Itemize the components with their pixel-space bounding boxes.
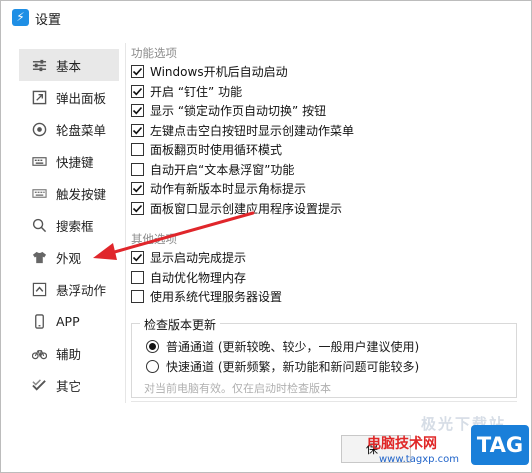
- option-label: 显示启动完成提示: [150, 251, 247, 266]
- checkbox[interactable]: [131, 290, 144, 304]
- radio-label: 普通通道 (更新较晚、较少，一般用户建议使用): [166, 339, 420, 354]
- checkbox[interactable]: [131, 251, 144, 265]
- sidebar-item-basic[interactable]: 基本: [19, 49, 119, 81]
- option-label: 显示 “锁定动作页自动切换” 按钮: [150, 104, 327, 119]
- sidebar-item-trigger-key[interactable]: 触发按键: [19, 177, 119, 209]
- sidebar-item-popup-panel[interactable]: 弹出面板: [19, 81, 119, 113]
- option-label: 动作有新版本时显示角标提示: [150, 182, 307, 197]
- watermark-url: www.tagxp.com: [379, 454, 459, 465]
- footer-divider: [131, 401, 517, 402]
- checkbox[interactable]: [131, 143, 144, 157]
- phone-icon: [31, 313, 47, 329]
- option-label: 左键点击空白按钮时显示创建动作菜单: [150, 123, 355, 138]
- search-icon: [31, 217, 47, 233]
- wheel-menu-icon: [31, 121, 47, 137]
- option-create-app-hint[interactable]: 面板窗口显示创建应用程序设置提示: [131, 199, 521, 219]
- option-create-menu[interactable]: 左键点击空白按钮时显示创建动作菜单: [131, 121, 521, 141]
- sidebar: 基本 弹出面板 轮盘菜单 快捷键 触发按键 搜索框 外观 悬浮动作 APP 辅助…: [19, 49, 119, 401]
- option-pin[interactable]: 开启 “钉住” 功能: [131, 82, 521, 102]
- update-check-group: 检查版本更新 普通通道 (更新较晚、较少，一般用户建议使用) 快速通道 (更新频…: [131, 315, 517, 398]
- sidebar-item-label: 快捷键: [56, 154, 94, 170]
- checkbox[interactable]: [131, 65, 144, 79]
- checkbox[interactable]: [131, 270, 144, 284]
- sidebar-item-label: 搜索框: [56, 218, 94, 234]
- sliders-icon: [31, 57, 47, 73]
- sidebar-item-label: 触发按键: [56, 186, 107, 202]
- window-title: 设置: [35, 13, 62, 28]
- section-title-function: 功能选项: [131, 46, 177, 60]
- sidebar-item-hotkey[interactable]: 快捷键: [19, 145, 119, 177]
- option-label: 面板翻页时使用循环模式: [150, 143, 283, 158]
- sidebar-item-label: APP: [56, 313, 80, 329]
- sidebar-item-label: 辅助: [56, 346, 82, 362]
- settings-content: 功能选项 Windows开机后自动启动 开启 “钉住” 功能 显示 “锁定动作页…: [131, 44, 521, 398]
- option-label: 使用系统代理服务器设置: [150, 290, 283, 305]
- sidebar-item-appearance[interactable]: 外观: [19, 241, 119, 273]
- sidebar-item-label: 弹出面板: [56, 90, 107, 106]
- option-label: 开启 “钉住” 功能: [150, 84, 243, 99]
- section-title-other: 其他选项: [131, 232, 177, 246]
- checkbox[interactable]: [131, 162, 144, 176]
- option-memory-optimize[interactable]: 自动优化物理内存: [131, 268, 521, 288]
- option-system-proxy[interactable]: 使用系统代理服务器设置: [131, 287, 521, 307]
- radio-normal-channel[interactable]: 普通通道 (更新较晚、较少，一般用户建议使用): [146, 338, 419, 355]
- option-autostart[interactable]: Windows开机后自动启动: [131, 62, 521, 82]
- lightning-icon: ⚡: [12, 9, 29, 26]
- radio-button[interactable]: [146, 339, 159, 353]
- double-check-icon: [31, 377, 47, 393]
- option-badge-hint[interactable]: 动作有新版本时显示角标提示: [131, 179, 521, 199]
- bicycle-icon: [31, 345, 47, 361]
- sidebar-item-label: 悬浮动作: [56, 282, 107, 298]
- settings-window: ⚡ 设置 基本 弹出面板 轮盘菜单 快捷键 触发按键 搜索框 外观 悬浮动作 A…: [0, 0, 532, 473]
- checkbox[interactable]: [131, 123, 144, 137]
- checkbox[interactable]: [131, 201, 144, 215]
- sidebar-item-search-box[interactable]: 搜索框: [19, 209, 119, 241]
- sidebar-item-label: 外观: [56, 250, 82, 266]
- option-lock-button[interactable]: 显示 “锁定动作页自动切换” 按钮: [131, 101, 521, 121]
- radio-button[interactable]: [146, 359, 159, 373]
- tshirt-icon: [31, 249, 47, 265]
- checkbox[interactable]: [131, 84, 144, 98]
- radio-label: 快速通道 (更新频繁，新功能和新问题可能较多): [166, 359, 420, 374]
- keyboard-icon: [31, 153, 47, 169]
- sidebar-item-wheel-menu[interactable]: 轮盘菜单: [19, 113, 119, 145]
- sidebar-item-float-action[interactable]: 悬浮动作: [19, 273, 119, 305]
- sidebar-item-label: 其它: [56, 378, 82, 394]
- sidebar-item-label: 基本: [56, 58, 82, 74]
- option-startup-hint[interactable]: 显示启动完成提示: [131, 248, 521, 268]
- option-label: 自动开启“文本悬浮窗”功能: [150, 162, 295, 177]
- sidebar-item-other[interactable]: 其它: [19, 369, 119, 401]
- title-bar: ⚡ 设置: [1, 1, 531, 33]
- checkbox[interactable]: [131, 104, 144, 118]
- radio-fast-channel[interactable]: 快速通道 (更新频繁，新功能和新问题可能较多): [146, 358, 419, 375]
- checkbox[interactable]: [131, 182, 144, 196]
- sidebar-item-app[interactable]: APP: [19, 305, 119, 337]
- watermark-badge: TAG: [471, 425, 529, 465]
- option-label: 面板窗口显示创建应用程序设置提示: [150, 201, 343, 216]
- popup-panel-icon: [31, 89, 47, 105]
- update-note: 对当前电脑有效。仅在启动时检查版本: [144, 381, 331, 395]
- trigger-key-icon: [31, 185, 47, 201]
- option-loop-mode[interactable]: 面板翻页时使用循环模式: [131, 140, 521, 160]
- option-text-float[interactable]: 自动开启“文本悬浮窗”功能: [131, 160, 521, 180]
- option-label: 自动优化物理内存: [150, 270, 247, 285]
- update-check-title: 检查版本更新: [140, 315, 221, 333]
- option-label: Windows开机后自动启动: [150, 65, 288, 80]
- float-action-icon: [31, 281, 47, 297]
- sidebar-item-label: 轮盘菜单: [56, 122, 107, 138]
- sidebar-divider: [125, 43, 126, 403]
- watermark-site-name: 电脑技术网: [367, 436, 437, 452]
- sidebar-item-assist[interactable]: 辅助: [19, 337, 119, 369]
